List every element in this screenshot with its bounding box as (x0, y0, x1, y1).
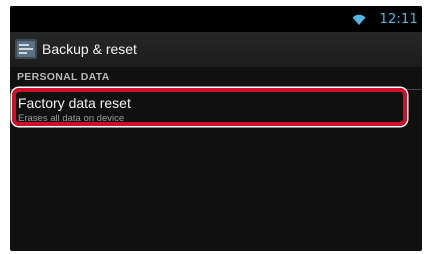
item-title: Factory data reset (18, 95, 131, 111)
android-settings-screen: 12:11 Backup & reset PERSONAL DATA Facto… (10, 6, 422, 251)
status-clock: 12:11 (379, 12, 418, 27)
section-label: PERSONAL DATA (17, 71, 110, 83)
wifi-icon (352, 14, 366, 25)
section-header-personal-data: PERSONAL DATA (10, 67, 422, 90)
status-bar: 12:11 (10, 6, 422, 32)
action-bar: Backup & reset (10, 32, 422, 67)
factory-data-reset-item[interactable]: Factory data reset Erases all data on de… (10, 90, 422, 128)
settings-icon[interactable] (15, 39, 37, 59)
page-title: Backup & reset (42, 41, 137, 57)
item-subtitle: Erases all data on device (18, 113, 125, 124)
